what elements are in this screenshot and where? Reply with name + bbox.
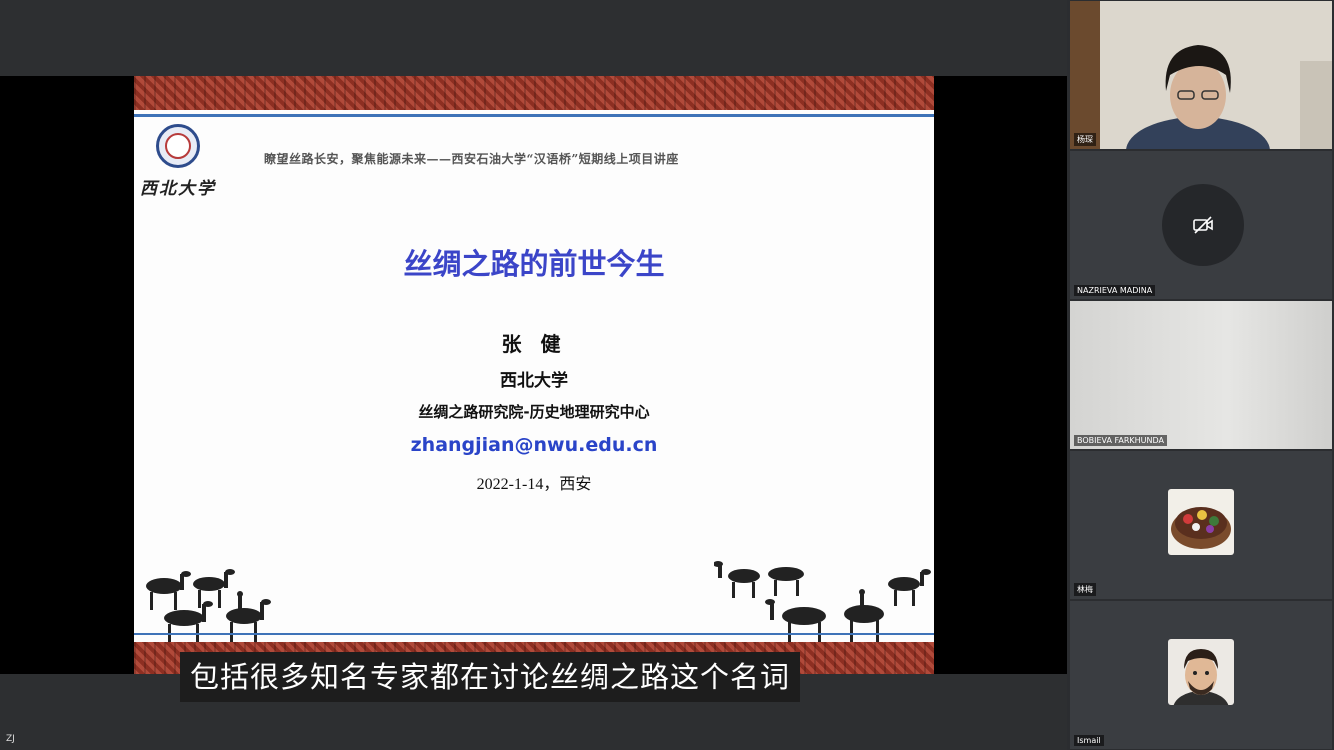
slide-author: 张 健 <box>501 332 567 356</box>
slide-bottom-rule <box>134 633 934 635</box>
participant-name: 杨琛 <box>1074 133 1096 146</box>
avatar <box>1168 639 1234 705</box>
participant-name: NAZRIEVA MADINA <box>1074 285 1156 296</box>
slide-email: zhangjian@nwu.edu.cn <box>410 434 658 456</box>
slide-title: 丝绸之路的前世今生 <box>403 247 665 281</box>
participant-tile[interactable]: 林梅 <box>1070 451 1332 599</box>
slide-university: 西北大学 <box>500 371 568 391</box>
participant-tile[interactable]: 杨琛 <box>1070 1 1332 149</box>
participant-tile[interactable]: Ismail <box>1070 601 1332 749</box>
live-caption: 包括很多知名专家都在讨论丝绸之路这个名词 <box>180 652 801 702</box>
university-seal-icon <box>156 124 200 168</box>
university-logo-text: 西北大学 <box>140 179 216 199</box>
participant-tile[interactable]: BOBIEVA FARKHUNDA <box>1070 301 1332 449</box>
participant-tile[interactable]: NAZRIEVA MADINA <box>1070 151 1332 299</box>
presenter-label: ZJ <box>6 734 15 744</box>
slide-institute: 丝绸之路研究院-历史地理研究中心 <box>418 403 650 421</box>
avatar <box>1168 489 1234 555</box>
participant-gallery: 杨琛 NAZRIEVA MADINA BOBIEVA FARKHUNDA 林梅 … <box>1068 0 1334 750</box>
participant-video <box>1070 1 1332 149</box>
participant-name: Ismail <box>1074 735 1104 746</box>
shared-screen-area: 西北大学 瞭望丝路长安，聚焦能源未来——西安石油大学“汉语桥”短期线上项目讲座 … <box>0 0 1067 750</box>
participant-name: 林梅 <box>1074 583 1096 596</box>
slide-top-border <box>134 76 934 110</box>
participant-name: BOBIEVA FARKHUNDA <box>1074 435 1168 446</box>
camera-off-icon <box>1162 184 1244 266</box>
presentation-slide: 西北大学 瞭望丝路长安，聚焦能源未来——西安石油大学“汉语桥”短期线上项目讲座 … <box>134 76 934 674</box>
slide-top-rule <box>134 114 934 117</box>
slide-date-place: 2022-1-14，西安 <box>476 476 592 493</box>
slide-banner: 瞭望丝路长安，聚焦能源未来——西安石油大学“汉语桥”短期线上项目讲座 <box>264 152 679 166</box>
